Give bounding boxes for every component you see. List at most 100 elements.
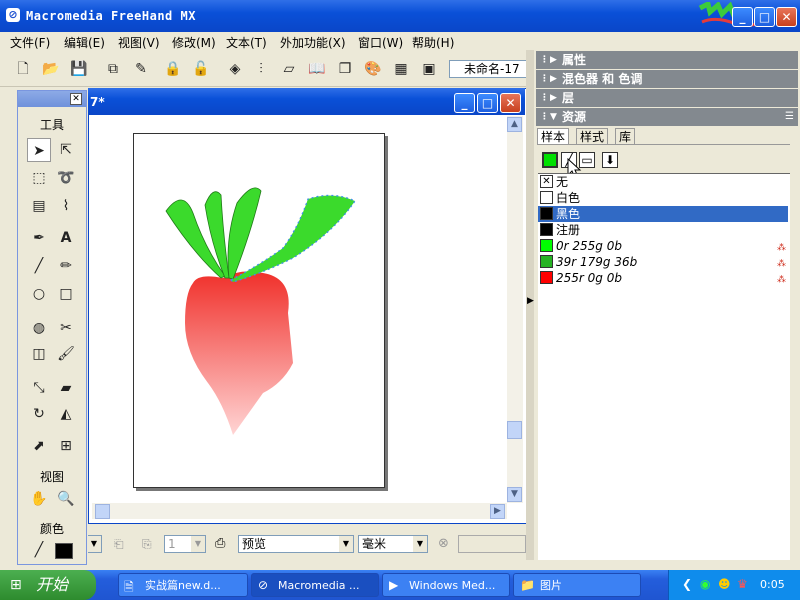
knife-tool-icon[interactable]: ✂ xyxy=(54,316,78,340)
tray-arrow-icon[interactable]: ❮ xyxy=(682,577,692,591)
fill-color-swatch[interactable] xyxy=(55,543,73,559)
trace-tool-icon[interactable]: ▤ xyxy=(27,194,51,218)
panel-header-layers[interactable]: ⋮ ▶ 层 xyxy=(536,89,798,107)
prev-page-icon[interactable]: ⎘ xyxy=(142,537,152,552)
stroke-color-icon[interactable]: ╱ xyxy=(27,538,51,562)
view-mode-select[interactable]: 预览 ▼ xyxy=(238,535,354,553)
swatch-row[interactable]: 39r 179g 36b ⁂ xyxy=(538,254,788,270)
first-page-icon[interactable]: ⎗ xyxy=(114,537,124,552)
panel-options-icon[interactable]: ☰ xyxy=(785,108,794,126)
menu-edit[interactable]: 编辑(E) xyxy=(64,34,105,51)
tab-styles[interactable]: 样式 xyxy=(576,128,609,144)
panel-header-mixer[interactable]: ⋮ ▶ 混色器 和 色调 xyxy=(536,70,798,88)
panel-header-properties[interactable]: ⋮ ▶ 属性 xyxy=(536,51,798,69)
units-select[interactable]: 毫米 ▼ xyxy=(358,535,428,553)
tab-swatches[interactable]: 样本 xyxy=(537,128,570,144)
menu-file[interactable]: 文件(F) xyxy=(10,34,50,51)
doc-close-button[interactable]: ✕ xyxy=(500,93,521,113)
menu-view[interactable]: 视图(V) xyxy=(118,34,160,51)
tray-qq-icon[interactable]: ☻ xyxy=(718,577,731,591)
save-disk-icon[interactable]: 💾 xyxy=(70,60,88,78)
connector-tool-icon[interactable]: ⊞ xyxy=(54,434,78,458)
import-icon[interactable]: ⧉ xyxy=(104,60,122,78)
swatch-row[interactable]: 黑色 xyxy=(538,206,788,222)
new-document-icon[interactable]: 🗋 xyxy=(14,60,32,78)
freeform-tool-icon[interactable]: ◍ xyxy=(27,316,51,340)
table-icon[interactable]: ▦ xyxy=(392,60,410,78)
screen-icon[interactable]: ▣ xyxy=(420,60,438,78)
page-prev-combo[interactable]: ▼ xyxy=(87,535,102,553)
radish-artwork[interactable] xyxy=(133,133,383,486)
layers-icon[interactable]: ❐ xyxy=(336,60,354,78)
transform-icon[interactable]: ▱ xyxy=(280,60,298,78)
maximize-button[interactable]: □ xyxy=(754,7,775,27)
swatch-row[interactable]: 255r 0g 0b ⁂ xyxy=(538,270,788,286)
unlock-icon[interactable]: 🔓 xyxy=(192,60,210,78)
doc-maximize-button[interactable]: □ xyxy=(477,93,498,113)
blend-tool-icon[interactable]: ⬈ xyxy=(27,434,51,458)
lasso-tool-icon[interactable]: ➰ xyxy=(54,166,78,190)
scroll-thumb-h[interactable] xyxy=(95,504,110,519)
panel-header-assets[interactable]: ⋮ ▼ 资源 ☰ xyxy=(536,108,798,126)
swatch-down-arrow-icon[interactable]: ⬇ xyxy=(602,152,618,168)
rotate-tool-icon[interactable]: ↻ xyxy=(27,402,51,426)
ellipse-tool-icon[interactable]: ○ xyxy=(27,282,51,306)
open-folder-icon[interactable]: 📂 xyxy=(42,60,60,78)
start-button[interactable]: ⊞ 开始 xyxy=(0,570,96,600)
taskbar-item-word[interactable]: 实战篇new.d... xyxy=(118,573,248,597)
pencil-tool-icon[interactable]: ✏ xyxy=(54,254,78,278)
skew-tool-icon[interactable]: ▰ xyxy=(54,376,78,400)
word-doc-icon: 🗎 xyxy=(124,580,134,594)
swatch-row[interactable]: ✕ 无 xyxy=(538,174,788,190)
page-tool-icon[interactable]: ⬚ xyxy=(27,166,51,190)
brush-tool-icon[interactable]: 🖌 xyxy=(54,342,78,366)
scroll-right-arrow[interactable]: ▶ xyxy=(490,504,505,519)
lock-icon[interactable]: 🔒 xyxy=(164,60,182,78)
reflect-tool-icon[interactable]: ◭ xyxy=(54,402,78,426)
rectangle-tool-icon[interactable]: □ xyxy=(54,282,78,306)
page-add-icon[interactable]: ⎙ xyxy=(215,536,225,551)
swatch-row[interactable]: 白色 xyxy=(538,190,788,206)
scroll-down-arrow[interactable]: ▼ xyxy=(507,487,522,502)
line-tool-icon[interactable]: ╱ xyxy=(27,254,51,278)
symbol-icon[interactable]: ◈ xyxy=(226,60,244,78)
cancel-render-icon[interactable]: ⊗ xyxy=(438,536,449,551)
tray-antivirus-icon[interactable]: ♛ xyxy=(737,577,748,591)
color-mixer-icon[interactable]: 🎨 xyxy=(364,60,382,78)
close-button[interactable]: ✕ xyxy=(776,7,797,27)
text-editor-icon[interactable]: 📖 xyxy=(308,60,326,78)
pointer-tool-icon[interactable]: ➤ xyxy=(27,138,51,162)
minimize-button[interactable]: _ xyxy=(732,7,753,27)
horizontal-scrollbar[interactable] xyxy=(92,503,507,519)
menu-help[interactable]: 帮助(H) xyxy=(412,34,454,51)
taskbar-item-freehand[interactable]: Macromedia ... xyxy=(251,573,379,597)
swatch-row[interactable]: 0r 255g 0b ⁂ xyxy=(538,238,788,254)
tray-network-icon[interactable]: ◉ xyxy=(700,577,710,591)
doc-minimize-button[interactable]: _ xyxy=(454,93,475,113)
menu-xtras[interactable]: 外加功能(X) xyxy=(280,34,346,51)
zoom-tool-icon[interactable]: 🔍 xyxy=(54,487,78,511)
menu-modify[interactable]: 修改(M) xyxy=(172,34,216,51)
swatch-row[interactable]: 注册 xyxy=(538,222,788,238)
taskbar-item-media-player[interactable]: Windows Med... xyxy=(382,573,510,597)
eraser-tool-icon[interactable]: ◫ xyxy=(27,342,51,366)
menu-window[interactable]: 窗口(W) xyxy=(358,34,403,51)
collapse-arrow-icon[interactable]: ▶ xyxy=(527,296,534,306)
tab-library[interactable]: 库 xyxy=(615,128,636,144)
pen-tool-icon[interactable]: ✒ xyxy=(27,226,51,250)
export-icon[interactable]: ✎ xyxy=(132,60,150,78)
scale-tool-icon[interactable]: ⤡ xyxy=(27,376,51,400)
hand-tool-icon[interactable]: ✋ xyxy=(27,487,51,511)
text-tool-icon[interactable]: A xyxy=(54,226,78,250)
menu-text[interactable]: 文本(T) xyxy=(226,34,267,51)
vertical-scrollbar[interactable] xyxy=(507,116,523,503)
subselect-tool-icon[interactable]: ⇱ xyxy=(54,138,78,162)
fill-swatch-button[interactable] xyxy=(542,152,558,168)
scroll-thumb[interactable] xyxy=(507,421,522,439)
document-select[interactable]: 未命名-17 xyxy=(449,60,529,78)
eyedropper-tool-icon[interactable]: ⌇ xyxy=(54,194,78,218)
align-icon[interactable]: ⫶ xyxy=(252,60,270,78)
page-number-select[interactable]: 1 ▼ xyxy=(164,535,206,553)
toolbox-close-icon[interactable]: ✕ xyxy=(70,93,82,105)
scroll-up-arrow[interactable]: ▲ xyxy=(507,117,522,132)
